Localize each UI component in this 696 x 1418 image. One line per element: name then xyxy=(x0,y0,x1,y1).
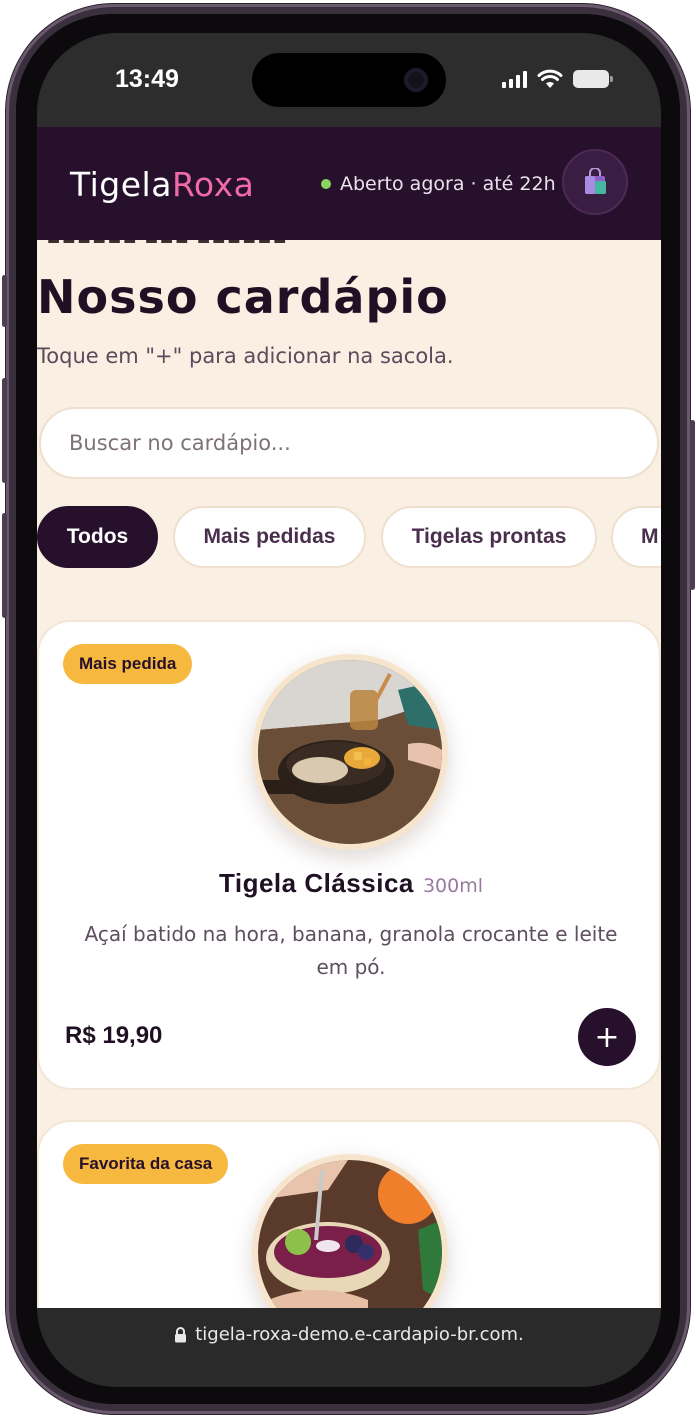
wifi-icon xyxy=(537,69,563,88)
open-status-dot xyxy=(321,179,331,189)
side-button-action xyxy=(2,275,7,327)
product-badge: Favorita da casa xyxy=(63,1144,229,1184)
add-to-bag-button[interactable]: + xyxy=(578,1008,636,1066)
chip-more-cut[interactable]: M xyxy=(611,506,661,568)
category-chips: Todos Mais pedidas Tigelas prontas M xyxy=(37,506,661,570)
status-bar: 13:49 xyxy=(37,33,661,127)
dynamic-island xyxy=(252,53,446,107)
status-icons xyxy=(502,69,613,89)
page-title: Nosso cardápio xyxy=(37,270,449,324)
product-badge: Mais pedida xyxy=(63,644,193,684)
product-photo xyxy=(252,1154,448,1308)
product-size: 300ml xyxy=(422,875,484,897)
page-subtitle: Toque em "+" para adicionar na sacola. xyxy=(37,344,454,368)
url-text: tigela-roxa-demo.e-cardapio-br.com. xyxy=(195,1324,524,1345)
acai-bowl-photo xyxy=(258,660,442,844)
battery-icon xyxy=(573,70,613,88)
lock-icon xyxy=(175,1326,187,1342)
product-card[interactable]: Mais pedida Tigela Clássica 300ml Açaí b… xyxy=(37,620,661,1090)
brand-logo[interactable]: TigelaRoxa xyxy=(70,165,254,204)
open-status-text: Aberto agora · até 22h xyxy=(340,173,556,195)
search-box xyxy=(39,407,659,479)
cellular-signal-icon xyxy=(502,70,527,88)
section-kicker-cut: ▬▬▬▬▬▬ ▬▬▬ ▬▬▬▬▬▬ xyxy=(47,240,289,248)
chip-todos[interactable]: Todos xyxy=(37,506,158,568)
side-button-volume-up xyxy=(2,378,7,483)
open-status: Aberto agora · até 22h xyxy=(321,173,556,195)
shopping-bag-icon xyxy=(585,168,606,194)
product-description: Açaí batido na hora, banana, granola cro… xyxy=(84,922,618,979)
app-header: TigelaRoxa Aberto agora · até 22h xyxy=(37,127,661,240)
url-display: tigela-roxa-demo.e-cardapio-br.com. xyxy=(37,1324,661,1345)
product-card[interactable]: Favorita da casa xyxy=(37,1120,661,1308)
product-price: R$ 19,90 xyxy=(65,1022,163,1049)
product-name: Tigela Clássica xyxy=(218,868,414,898)
shopping-bag-button[interactable] xyxy=(562,149,628,215)
brand-name-part1: Tigela xyxy=(70,165,172,204)
brand-name-part2: Roxa xyxy=(171,165,255,204)
product-title-row: Tigela Clássica 300ml xyxy=(39,868,661,899)
chip-tigelas-prontas[interactable]: Tigelas prontas xyxy=(381,506,597,568)
chip-mais-pedidas[interactable]: Mais pedidas xyxy=(173,506,366,568)
status-time: 13:49 xyxy=(115,65,179,93)
menu-content: ▬▬▬▬▬▬ ▬▬▬ ▬▬▬▬▬▬ Nosso cardápio Toque e… xyxy=(37,240,661,1308)
front-camera-icon xyxy=(404,68,428,92)
side-button-power xyxy=(690,420,695,590)
search-input[interactable] xyxy=(41,409,657,477)
acai-bowl-photo xyxy=(258,1160,442,1308)
browser-url-bar[interactable]: tigela-roxa-demo.e-cardapio-br.com. xyxy=(37,1308,661,1387)
side-button-volume-down xyxy=(2,513,7,618)
product-photo xyxy=(252,654,448,850)
phone-screen: 13:49 TigelaRoxa Aberto agora · até 22h xyxy=(37,33,661,1387)
